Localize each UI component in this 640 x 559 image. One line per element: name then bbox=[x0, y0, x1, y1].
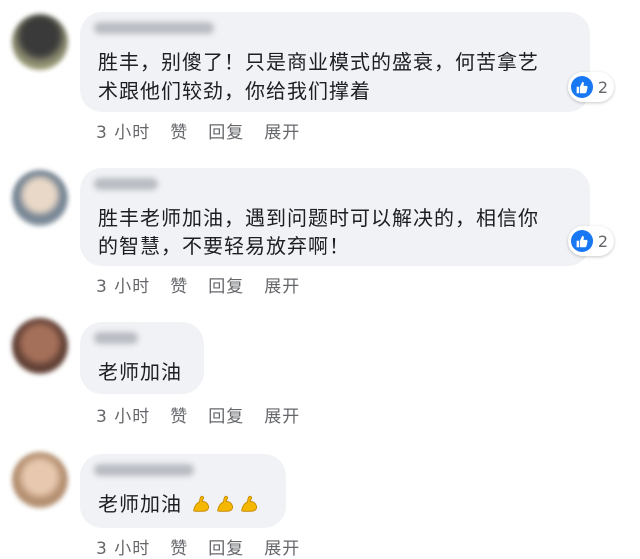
reaction-count: 2 bbox=[597, 231, 608, 251]
blurred-author-name[interactable] bbox=[94, 332, 138, 344]
avatar[interactable] bbox=[12, 452, 68, 508]
like-button[interactable]: 赞 bbox=[170, 272, 188, 297]
reaction-count: 2 bbox=[597, 77, 608, 97]
like-button[interactable]: 赞 bbox=[170, 402, 188, 427]
reply-button[interactable]: 回复 bbox=[208, 118, 244, 143]
comment-bubble: 老师加油 bbox=[80, 322, 204, 394]
reply-button[interactable]: 回复 bbox=[208, 272, 244, 297]
comment-actions: 3 小时 赞 回复 展开 bbox=[96, 534, 300, 559]
timestamp[interactable]: 3 小时 bbox=[96, 402, 150, 427]
comment-text-line: 的智慧，不要轻易放弃啊！ bbox=[98, 234, 350, 258]
avatar[interactable] bbox=[12, 170, 68, 226]
comment-actions: 3 小时 赞 回复 展开 bbox=[96, 272, 300, 297]
flexed-biceps-icon bbox=[215, 492, 237, 522]
comment-text-line: 胜丰老师加油，遇到问题时可以解决的，相信你 bbox=[98, 206, 539, 230]
comment-text-line: 胜丰，别傻了！只是商业模式的盛衰，何苦拿艺 bbox=[98, 50, 539, 74]
comment-text: 老师加油 bbox=[98, 492, 182, 516]
blurred-author-name[interactable] bbox=[94, 464, 194, 476]
reaction-summary[interactable]: 2 bbox=[567, 226, 614, 256]
comment-bubble: 胜丰老师加油，遇到问题时可以解决的，相信你 的智慧，不要轻易放弃啊！ 2 bbox=[80, 168, 614, 266]
comment-actions: 3 小时 赞 回复 展开 bbox=[96, 118, 300, 143]
timestamp[interactable]: 3 小时 bbox=[96, 272, 150, 297]
like-button[interactable]: 赞 bbox=[170, 118, 188, 143]
flexed-biceps-icon bbox=[239, 492, 261, 522]
reply-button[interactable]: 回复 bbox=[208, 402, 244, 427]
comment-bubble: 胜丰，别傻了！只是商业模式的盛衰，何苦拿艺 术跟他们较劲，你给我们撑着 2 bbox=[80, 12, 614, 112]
comment-bubble: 老师加油 bbox=[80, 454, 286, 528]
blurred-author-name[interactable] bbox=[94, 178, 158, 190]
avatar[interactable] bbox=[12, 14, 68, 70]
expand-button[interactable]: 展开 bbox=[264, 118, 300, 143]
timestamp[interactable]: 3 小时 bbox=[96, 118, 150, 143]
reply-button[interactable]: 回复 bbox=[208, 534, 244, 559]
reaction-summary[interactable]: 2 bbox=[567, 72, 614, 102]
expand-button[interactable]: 展开 bbox=[264, 272, 300, 297]
comment-actions: 3 小时 赞 回复 展开 bbox=[96, 402, 300, 427]
avatar[interactable] bbox=[12, 318, 68, 374]
expand-button[interactable]: 展开 bbox=[264, 534, 300, 559]
expand-button[interactable]: 展开 bbox=[264, 402, 300, 427]
comment-text-line: 老师加油 bbox=[98, 490, 261, 522]
timestamp[interactable]: 3 小时 bbox=[96, 534, 150, 559]
flexed-biceps-icon bbox=[191, 492, 213, 522]
comment-text-line: 术跟他们较劲，你给我们撑着 bbox=[98, 79, 371, 103]
thumbs-up-icon bbox=[570, 230, 593, 252]
like-button[interactable]: 赞 bbox=[170, 534, 188, 559]
blurred-author-name[interactable] bbox=[94, 22, 214, 34]
thumbs-up-icon bbox=[570, 76, 593, 98]
comment-text-line: 老师加油 bbox=[98, 360, 182, 384]
